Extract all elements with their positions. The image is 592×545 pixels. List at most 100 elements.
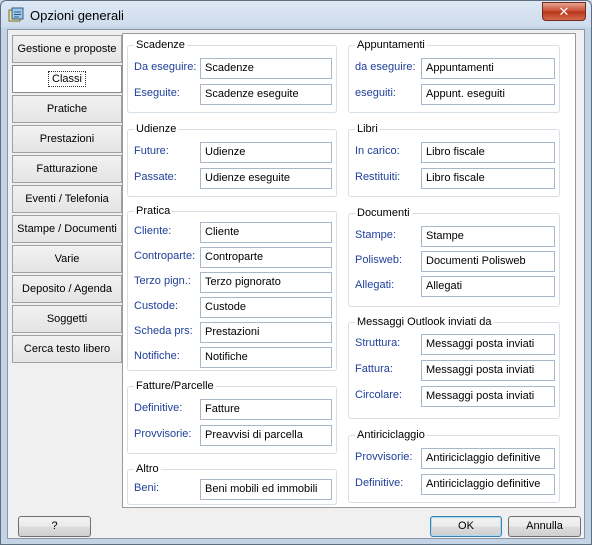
outlook-circolare-field[interactable]: Messaggi posta inviati [421, 386, 555, 407]
field-label: Eseguite: [134, 87, 180, 99]
row-custode: Custode: Custode [128, 297, 338, 318]
row-polisweb: Polisweb: Documenti Polisweb [349, 251, 561, 272]
pratica-terzo-pign-field[interactable]: Terzo pignorato [200, 272, 332, 293]
row-restituiti: Restituiti: Libro fiscale [349, 168, 561, 189]
row-allegati: Allegati: Allegati [349, 276, 561, 297]
row-terzo-pign: Terzo pign.: Terzo pignorato [128, 272, 338, 293]
tab-classi[interactable]: Classi [12, 65, 122, 93]
field-label: Passate: [134, 171, 177, 183]
group-title: Antiriciclaggio [355, 428, 427, 442]
pratica-controparte-field[interactable]: Controparte [200, 247, 332, 268]
documenti-polisweb-field[interactable]: Documenti Polisweb [421, 251, 555, 272]
group-title: Libri [355, 122, 380, 136]
field-label: Definitive: [355, 477, 404, 489]
group-udienze: Udienze Future: Udienze Passate: Udienze… [127, 122, 338, 197]
tab-label: Cerca testo libero [23, 343, 111, 355]
field-label: Controparte: [134, 250, 196, 262]
libri-in-carico-field[interactable]: Libro fiscale [421, 142, 555, 163]
row-cliente: Cliente: Cliente [128, 222, 338, 243]
pratica-notifiche-field[interactable]: Notifiche [200, 347, 332, 368]
tab-pratiche[interactable]: Pratiche [12, 95, 122, 123]
group-scadenze: Scadenze Da eseguire: Scadenze Eseguite:… [127, 38, 338, 113]
field-label: Definitive: [134, 402, 183, 414]
dialog-body: Gestione e proposte Classi Pratiche Pres… [7, 29, 585, 539]
row-eseguite: Eseguite: Scadenze eseguite [128, 84, 338, 105]
tab-stampe-documenti[interactable]: Stampe / Documenti [12, 215, 122, 243]
group-title: Pratica [134, 204, 173, 218]
tab-fatturazione[interactable]: Fatturazione [12, 155, 122, 183]
group-pratica: Pratica Cliente: Cliente Controparte: Co… [127, 204, 338, 371]
row-provvisorie: Provvisorie: Antiriciclaggio definitive [349, 448, 561, 469]
window-title: Opzioni generali [30, 8, 124, 23]
cancel-button[interactable]: Annulla [508, 516, 581, 537]
group-title: Udienze [134, 122, 179, 136]
documenti-allegati-field[interactable]: Allegati [421, 276, 555, 297]
help-button[interactable]: ? [18, 516, 91, 537]
field-label: Scheda prs: [134, 325, 193, 337]
antiriciclaggio-definitive-field[interactable]: Antiriciclaggio definitive [421, 474, 555, 495]
outlook-fattura-field[interactable]: Messaggi posta inviati [421, 360, 555, 381]
scadenze-eseguite-field[interactable]: Scadenze eseguite [200, 84, 332, 105]
libri-restituiti-field[interactable]: Libro fiscale [421, 168, 555, 189]
udienze-future-field[interactable]: Udienze [200, 142, 332, 163]
pratica-scheda-prs-field[interactable]: Prestazioni [200, 322, 332, 343]
tab-soggetti[interactable]: Soggetti [12, 305, 122, 333]
field-label: Polisweb: [355, 254, 403, 266]
field-label: Struttura: [355, 337, 401, 349]
field-label: Beni: [134, 482, 160, 494]
field-label: Da eseguire: [134, 61, 197, 73]
antiriciclaggio-provvisorie-field[interactable]: Antiriciclaggio definitive [421, 448, 555, 469]
tab-eventi-telefonia[interactable]: Eventi / Telefonia [12, 185, 122, 213]
group-title: Messaggi Outlook inviati da [355, 315, 494, 329]
ok-button[interactable]: OK [430, 516, 502, 537]
field-label: Restituiti: [355, 171, 401, 183]
tab-label: Varie [54, 253, 80, 265]
field-label: Provvisorie: [355, 451, 413, 463]
field-label: eseguiti: [355, 87, 396, 99]
row-scheda-prs: Scheda prs: Prestazioni [128, 322, 338, 343]
field-label: Cliente: [134, 225, 172, 237]
field-label: Stampe: [355, 229, 396, 241]
tab-prestazioni[interactable]: Prestazioni [12, 125, 122, 153]
group-antiriciclaggio: Antiriciclaggio Provvisorie: Antiricicla… [348, 428, 561, 503]
tab-varie[interactable]: Varie [12, 245, 122, 273]
tab-label: Eventi / Telefonia [25, 193, 109, 205]
tab-gestione-e-proposte[interactable]: Gestione e proposte [12, 35, 122, 63]
appuntamenti-eseguiti-field[interactable]: Appunt. eseguiti [421, 84, 555, 105]
udienze-passate-field[interactable]: Udienze eseguite [200, 168, 332, 189]
row-da-eseguire: Da eseguire: Scadenze [128, 58, 338, 79]
fatture-definitive-field[interactable]: Fatture [200, 399, 332, 420]
row-circolare: Circolare: Messaggi posta inviati [349, 386, 561, 407]
row-notifiche: Notifiche: Notifiche [128, 347, 338, 368]
altro-beni-field[interactable]: Beni mobili ed immobili [200, 479, 332, 500]
row-struttura: Struttura: Messaggi posta inviati [349, 334, 561, 355]
outlook-struttura-field[interactable]: Messaggi posta inviati [421, 334, 555, 355]
close-button[interactable]: ✕ [542, 2, 586, 21]
tab-deposito-agenda[interactable]: Deposito / Agenda [12, 275, 122, 303]
group-title: Scadenze [134, 38, 187, 52]
documenti-stampe-field[interactable]: Stampe [421, 226, 555, 247]
group-title: Appuntamenti [355, 38, 427, 52]
row-eseguiti: eseguiti: Appunt. eseguiti [349, 84, 561, 105]
row-controparte: Controparte: Controparte [128, 247, 338, 268]
group-documenti: Documenti Stampe: Stampe Polisweb: Docum… [348, 206, 561, 307]
row-definitive: Definitive: Fatture [128, 399, 338, 420]
group-title: Fatture/Parcelle [134, 379, 216, 393]
appuntamenti-da-eseguire-field[interactable]: Appuntamenti [421, 58, 555, 79]
row-da-eseguire: da eseguire: Appuntamenti [349, 58, 561, 79]
group-fatture-parcelle: Fatture/Parcelle Definitive: Fatture Pro… [127, 379, 338, 454]
scadenze-da-eseguire-field[interactable]: Scadenze [200, 58, 332, 79]
row-provvisorie: Provvisorie: Preavvisi di parcella [128, 425, 338, 446]
classi-panel: Scadenze Da eseguire: Scadenze Eseguite:… [122, 33, 576, 508]
fatture-provvisorie-field[interactable]: Preavvisi di parcella [200, 425, 332, 446]
tab-label: Deposito / Agenda [22, 283, 112, 295]
tab-label: Fatturazione [36, 163, 98, 175]
field-label: Provvisorie: [134, 428, 192, 440]
field-label: Circolare: [355, 389, 403, 401]
pratica-cliente-field[interactable]: Cliente [200, 222, 332, 243]
title-bar[interactable]: Opzioni generali ✕ [1, 1, 591, 29]
row-future: Future: Udienze [128, 142, 338, 163]
pratica-custode-field[interactable]: Custode [200, 297, 332, 318]
dialog-window: Opzioni generali ✕ Gestione e proposte C… [0, 0, 592, 545]
tab-cerca-testo-libero[interactable]: Cerca testo libero [12, 335, 122, 363]
